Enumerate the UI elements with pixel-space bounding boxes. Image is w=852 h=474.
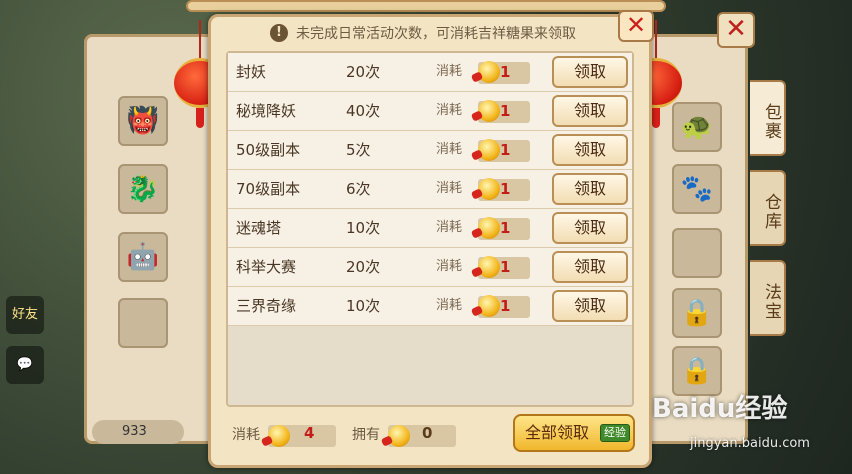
activity-count: 10次	[346, 297, 381, 315]
list-item: 50级副本 5次 消耗 1 领取	[228, 131, 632, 170]
activity-list: 封妖 20次 消耗 1 领取 秘境降妖 40次 消耗 1 领取 50级副本 5次…	[226, 51, 634, 407]
list-item: 三界奇缘 10次 消耗 1 领取	[228, 287, 632, 326]
watermark-url: jingyan.baidu.com	[690, 436, 810, 451]
cost-value: 1	[500, 297, 511, 315]
friends-button[interactable]: 好友	[6, 296, 44, 334]
lantern-string	[655, 20, 657, 58]
cost-label: 消耗	[436, 220, 463, 235]
activity-count: 10次	[346, 219, 381, 237]
cost-value: 1	[500, 102, 511, 120]
tab-bag[interactable]: 包裹	[750, 80, 786, 156]
own-label: 拥有	[352, 427, 380, 443]
money-amount: 933	[92, 420, 184, 444]
activity-name: 秘境降妖	[236, 102, 297, 120]
total-consume-value: 4	[304, 424, 315, 442]
inventory-close-icon[interactable]: ✕	[717, 12, 755, 48]
list-item: 科举大赛 20次 消耗 1 领取	[228, 248, 632, 287]
tab-treasure[interactable]: 法宝	[750, 260, 786, 336]
tab-storage[interactable]: 仓库	[750, 170, 786, 246]
activity-count: 5次	[346, 141, 371, 159]
claim-button[interactable]: 领取	[552, 173, 628, 205]
claim-button[interactable]: 领取	[552, 56, 628, 88]
cost-label: 消耗	[436, 181, 463, 196]
candy-icon	[478, 139, 500, 161]
candy-icon	[478, 61, 500, 83]
list-item: 封妖 20次 消耗 1 领取	[228, 53, 632, 92]
activity-name: 70级副本	[236, 180, 301, 198]
inventory-slot-item[interactable]: 🤖	[118, 232, 168, 282]
activity-count: 6次	[346, 180, 371, 198]
activity-name: 三界奇缘	[236, 297, 297, 315]
list-item: 70级副本 6次 消耗 1 领取	[228, 170, 632, 209]
cost-label: 消耗	[436, 142, 463, 157]
chat-icon[interactable]: 💬	[6, 346, 44, 384]
activity-name: 迷魂塔	[236, 219, 282, 237]
watermark-logo: Baidu经验	[652, 394, 788, 424]
total-consume-label: 消耗	[232, 427, 260, 443]
claim-button[interactable]: 领取	[552, 290, 628, 322]
inventory-slot-item[interactable]: 👹	[118, 96, 168, 146]
claim-button[interactable]: 领取	[552, 212, 628, 244]
activity-name: 封妖	[236, 63, 267, 81]
lantern-tassel	[196, 108, 204, 128]
notice: ! 未完成日常活动次数，可消耗吉祥糖果来领取	[270, 22, 576, 44]
claim-button[interactable]: 领取	[552, 95, 628, 127]
cost-value: 1	[500, 141, 511, 159]
inventory-slot-empty[interactable]	[672, 228, 722, 278]
cost-value: 1	[500, 219, 511, 237]
list-item: 迷魂塔 10次 消耗 1 领取	[228, 209, 632, 248]
candy-icon	[478, 178, 500, 200]
exp-badge: 经验	[600, 424, 630, 442]
activity-count: 20次	[346, 258, 381, 276]
lantern-tassel	[652, 108, 660, 128]
candy-icon	[478, 256, 500, 278]
candy-icon	[478, 217, 500, 239]
candy-icon	[478, 295, 500, 317]
cost-value: 1	[500, 258, 511, 276]
claim-button[interactable]: 领取	[552, 251, 628, 283]
inventory-slot-item[interactable]: 🐾	[672, 164, 722, 214]
activity-count: 40次	[346, 102, 381, 120]
cost-label: 消耗	[436, 259, 463, 274]
dialog-top-bar	[186, 0, 666, 12]
list-item: 秘境降妖 40次 消耗 1 领取	[228, 92, 632, 131]
candy-icon	[268, 425, 290, 447]
notice-text: 未完成日常活动次数，可消耗吉祥糖果来领取	[296, 26, 576, 42]
own-value: 0	[422, 424, 433, 442]
activity-name: 50级副本	[236, 141, 301, 159]
lantern-string	[199, 20, 201, 58]
inventory-slot-item[interactable]: 🐉	[118, 164, 168, 214]
candy-icon	[478, 100, 500, 122]
close-button[interactable]: ✕	[618, 10, 654, 42]
info-icon: !	[270, 24, 288, 42]
activity-name: 科举大赛	[236, 258, 297, 276]
claim-button[interactable]: 领取	[552, 134, 628, 166]
cost-value: 1	[500, 63, 511, 81]
cost-label: 消耗	[436, 64, 463, 79]
inventory-slot-item[interactable]: 🐢	[672, 102, 722, 152]
inventory-slot-empty[interactable]	[118, 298, 168, 348]
candy-icon	[388, 425, 410, 447]
cost-label: 消耗	[436, 298, 463, 313]
cost-label: 消耗	[436, 103, 463, 118]
cost-value: 1	[500, 180, 511, 198]
inventory-slot-locked[interactable]: 🔒	[672, 288, 722, 338]
activity-count: 20次	[346, 63, 381, 81]
